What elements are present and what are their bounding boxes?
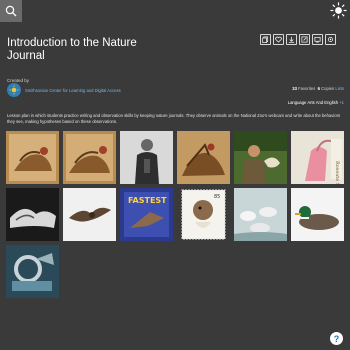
fastest-stamp-image: FASTEST (120, 188, 173, 241)
bird-painting-image (63, 131, 116, 184)
action-toolbar (260, 34, 336, 45)
page-title: Introduction to the Nature Journal (7, 37, 137, 62)
copy-icon (262, 36, 269, 43)
subject-tag: Language Arts And English +1 (288, 100, 344, 105)
copies-label: Copies (321, 86, 335, 91)
tile-duck-decoy[interactable] (291, 188, 344, 241)
tile-bird-in-flight[interactable] (63, 188, 116, 241)
tile-falcon-stamp[interactable]: 85 (177, 188, 230, 241)
tile-bird-painting-2[interactable] (63, 131, 116, 184)
embed-button[interactable] (312, 34, 323, 45)
bird-painting-image (6, 131, 59, 184)
falcon-stamp-image: 85 (177, 188, 230, 241)
bird-band-tag-image (6, 245, 59, 298)
tile-bird-painting-1[interactable] (6, 131, 59, 184)
bird-painting-image (177, 131, 230, 184)
lists-link[interactable]: Lists (335, 86, 344, 91)
smithsonian-sun-icon (9, 85, 19, 95)
birds-bw-photo (6, 188, 59, 241)
tile-fastest-stamp[interactable]: FASTEST (120, 188, 173, 241)
share-icon (301, 36, 308, 43)
bird-in-flight-photo (63, 188, 116, 241)
birds-on-water-image (234, 188, 287, 241)
favorite-heart-icon (275, 36, 282, 43)
roseate-spoonbill-image: Roseate Spoonbill (291, 131, 344, 184)
svg-text:Roseate Spoonbill: Roseate Spoonbill (334, 161, 340, 184)
settings-icon (328, 37, 333, 42)
favorite-button[interactable] (273, 34, 284, 45)
tile-man-with-bird[interactable] (234, 131, 287, 184)
tile-bird-band-tag[interactable] (6, 245, 59, 298)
author-link[interactable]: Smithsonian Center for Learning and Digi… (25, 88, 121, 93)
stats-row: 33 Favorites 6 Copies Lists (292, 86, 344, 91)
tile-birds-black-white[interactable] (6, 188, 59, 241)
duck-decoy-image (291, 188, 344, 241)
search-button[interactable] (0, 0, 22, 22)
download-icon (288, 36, 295, 43)
tile-bird-painting-3[interactable] (177, 131, 230, 184)
description: Lesson plan in which students practice w… (7, 113, 341, 124)
tile-roseate-spoonbill[interactable]: Roseate Spoonbill (291, 131, 344, 184)
download-button[interactable] (286, 34, 297, 45)
author-avatar[interactable] (7, 83, 21, 97)
author-row: Smithsonian Center for Learning and Digi… (7, 83, 121, 97)
tile-birds-on-water[interactable] (234, 188, 287, 241)
smithsonian-sun-icon[interactable] (330, 2, 347, 19)
settings-button[interactable] (325, 34, 336, 45)
subject-label[interactable]: Language Arts And English (288, 100, 338, 105)
subject-more-link[interactable]: +1 (339, 100, 344, 105)
tile-portrait-soldier[interactable] (120, 131, 173, 184)
search-icon (5, 5, 17, 17)
svg-text:FASTEST: FASTEST (128, 196, 167, 205)
help-button[interactable]: ? (330, 332, 343, 345)
top-bar (0, 0, 350, 22)
man-with-bird-photo (234, 131, 287, 184)
share-button[interactable] (299, 34, 310, 45)
portrait-photo-image (120, 131, 173, 184)
copy-button[interactable] (260, 34, 271, 45)
favorites-label: Favorites (298, 86, 316, 91)
copies-count: 6 (317, 86, 320, 91)
favorites-count: 33 (292, 86, 297, 91)
embed-icon (314, 36, 321, 43)
svg-text:85: 85 (214, 194, 220, 200)
